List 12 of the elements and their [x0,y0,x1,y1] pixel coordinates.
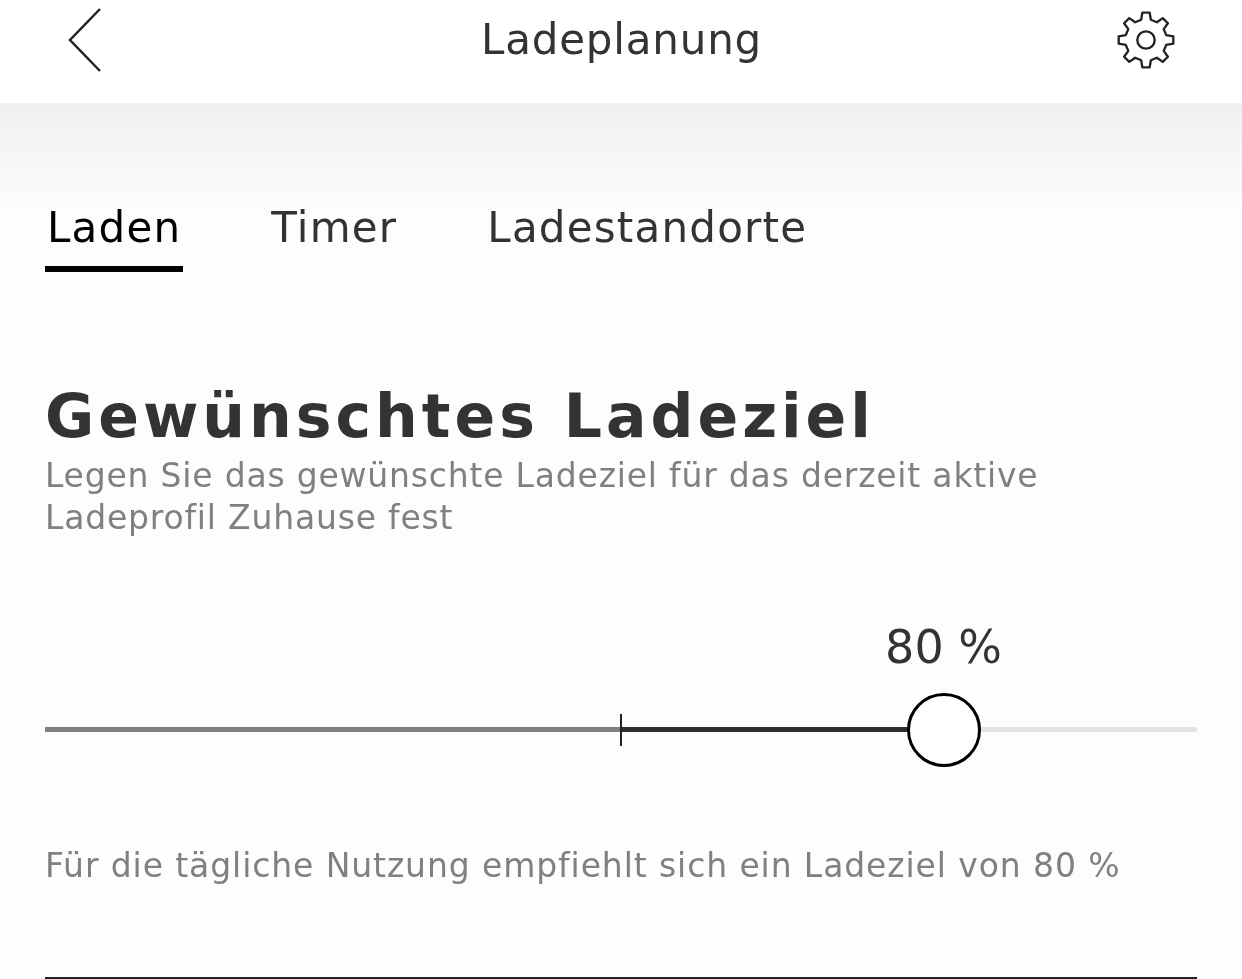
page-title: Ladeplanung [481,14,762,66]
section-description: Legen Sie das gewünschte Ladeziel für das derzeit aktive Ladeprofil Zuhause fest [45,455,1040,540]
settings-icon [1117,11,1175,69]
section-heading: Gewünschtes Ladeziel [45,380,876,453]
tab[interactable]: Timer [269,203,400,273]
back-button[interactable] [68,8,102,72]
settings-button[interactable] [1117,11,1175,69]
chevron-left-icon [68,8,102,72]
tab[interactable]: Laden [45,203,184,273]
slider-value: 80 % [885,620,1002,676]
tab[interactable]: Ladestandorte [485,203,810,273]
hint-text: Für die tägliche Nutzung empfiehlt sich ein Ladeziel von 80 % [45,844,1122,887]
